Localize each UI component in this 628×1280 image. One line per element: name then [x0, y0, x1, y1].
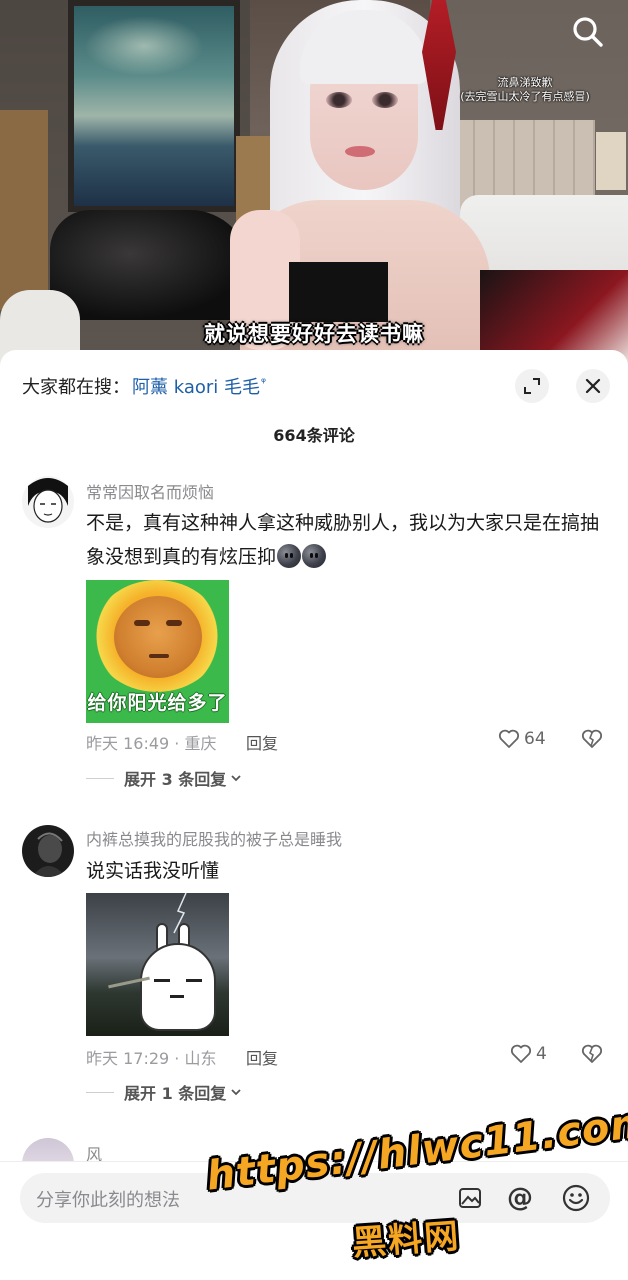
input-divider: [0, 1161, 628, 1162]
image-button[interactable]: [454, 1182, 486, 1214]
expand-line: [86, 1091, 114, 1093]
trending-search-prefix: 大家都在搜：: [22, 377, 130, 398]
close-button[interactable]: [576, 369, 610, 403]
heart-icon: [498, 729, 520, 748]
like-count: 4: [536, 1044, 547, 1064]
person-eye: [372, 92, 398, 108]
chevron-down-icon: [231, 775, 241, 782]
like-button[interactable]: 4: [509, 1042, 547, 1066]
avatar[interactable]: [22, 1138, 74, 1162]
comment-text: 说实话我没听懂: [86, 860, 220, 882]
dark-face-emoji-icon: [277, 544, 302, 568]
video-player[interactable]: 流鼻涕致歉 (去完雪山太冷了有点感冒) 就说想要好好去读书嘛: [0, 0, 628, 370]
expand-line: [86, 777, 114, 779]
emoji-button[interactable]: [560, 1182, 592, 1214]
like-count: 64: [524, 729, 546, 749]
comment-item: 风: [0, 1138, 628, 1162]
trending-search[interactable]: 大家都在搜： 阿薰 kaori 毛毛 ᵠ: [22, 372, 266, 400]
meme-caption: 给你阳光给多了: [87, 692, 228, 714]
like-button[interactable]: 64: [497, 727, 546, 751]
comment-text-body: 不是，真有这种神人拿这种威胁别人，我以为大家只是在搞抽象没想到真的有炫压抑: [86, 512, 600, 568]
overlay-line: 流鼻涕致歉: [497, 76, 553, 89]
bunny-eye: [186, 979, 202, 982]
comment-username[interactable]: 风: [86, 1141, 102, 1162]
small-search-icon: ᵠ: [261, 375, 266, 389]
lamp: [596, 132, 626, 190]
censor-block: [289, 262, 388, 322]
comment-username[interactable]: 内裤总摸我的屁股我的被子总是睡我: [86, 826, 342, 850]
comment-item: 内裤总摸我的屁股我的被子总是睡我 说实话我没听懂 昨天 17:29 · 山东 回…: [0, 823, 628, 1113]
expand-icon: [524, 378, 540, 394]
comment-input[interactable]: 分享你此刻的想法 @: [20, 1173, 610, 1223]
sunflower-mouth: [149, 654, 169, 658]
close-icon: [585, 378, 601, 394]
person-lips: [345, 146, 375, 157]
bunny-body: [140, 943, 216, 1031]
comment-sheet: 大家都在搜： 阿薰 kaori 毛毛 ᵠ 664条评论 常常因取名而烦恼 不是，…: [0, 350, 628, 1280]
search-icon: [573, 17, 603, 47]
chevron-down-icon: [231, 1089, 241, 1096]
emoji-icon: [562, 1184, 590, 1212]
broken-heart-icon: [581, 729, 603, 748]
expand-button[interactable]: [515, 369, 549, 403]
comment-image[interactable]: [86, 893, 229, 1036]
comment-text: 不是，真有这种神人拿这种威胁别人，我以为大家只是在搞抽象没想到真的有炫压抑: [86, 506, 606, 574]
sunflower-eye: [166, 620, 182, 626]
wall-painting: [68, 0, 240, 212]
at-icon: @: [507, 1183, 533, 1213]
expand-replies[interactable]: 展开 1 条回复: [86, 1080, 243, 1104]
comment-input-placeholder: 分享你此刻的想法: [36, 1190, 180, 1211]
person-eye: [326, 92, 352, 108]
comment-username[interactable]: 常常因取名而烦恼: [86, 479, 214, 503]
bunny-eye: [154, 979, 170, 982]
video-subtitle: 就说想要好好去读书嘛: [204, 322, 424, 346]
bunny-meme: [86, 893, 229, 1036]
dislike-button[interactable]: [580, 727, 604, 755]
avatar[interactable]: [22, 825, 74, 877]
mention-button[interactable]: @: [504, 1182, 536, 1214]
comment-meta: 昨天 17:29 · 山东: [86, 1049, 217, 1068]
image-icon: [459, 1188, 481, 1208]
expand-replies-label: 展开 3 条回复: [124, 770, 227, 789]
heart-icon: [510, 1044, 532, 1063]
cardboard-box: [0, 110, 48, 310]
reply-button[interactable]: 回复: [246, 1045, 278, 1069]
bunny-mouth: [170, 995, 184, 998]
trending-search-term[interactable]: 阿薰 kaori 毛毛: [132, 373, 260, 399]
broken-heart-icon: [581, 1044, 603, 1063]
reply-button[interactable]: 回复: [246, 730, 278, 754]
comment-count: 664条评论: [273, 426, 355, 445]
comment-image[interactable]: 给你阳光给多了: [86, 580, 229, 723]
black-bag: [50, 210, 250, 320]
dark-face-emoji-icon: [302, 544, 327, 568]
comment-item: 常常因取名而烦恼 不是，真有这种神人拿这种威胁别人，我以为大家只是在搞抽象没想到…: [0, 476, 628, 789]
sunflower-face: [114, 596, 202, 678]
avatar[interactable]: [22, 476, 74, 528]
expand-replies[interactable]: 展开 3 条回复: [86, 766, 243, 790]
overlay-line: (去完雪山太冷了有点感冒): [460, 90, 590, 103]
expand-replies-label: 展开 1 条回复: [124, 1084, 227, 1103]
sunflower-meme: 给你阳光给多了: [86, 580, 229, 723]
sunflower-eye: [134, 620, 150, 626]
dislike-button[interactable]: [580, 1042, 604, 1070]
video-overlay-text: 流鼻涕致歉 (去完雪山太冷了有点感冒): [432, 76, 618, 104]
search-button[interactable]: [568, 12, 608, 52]
comment-meta: 昨天 16:49 · 重庆: [86, 734, 217, 753]
